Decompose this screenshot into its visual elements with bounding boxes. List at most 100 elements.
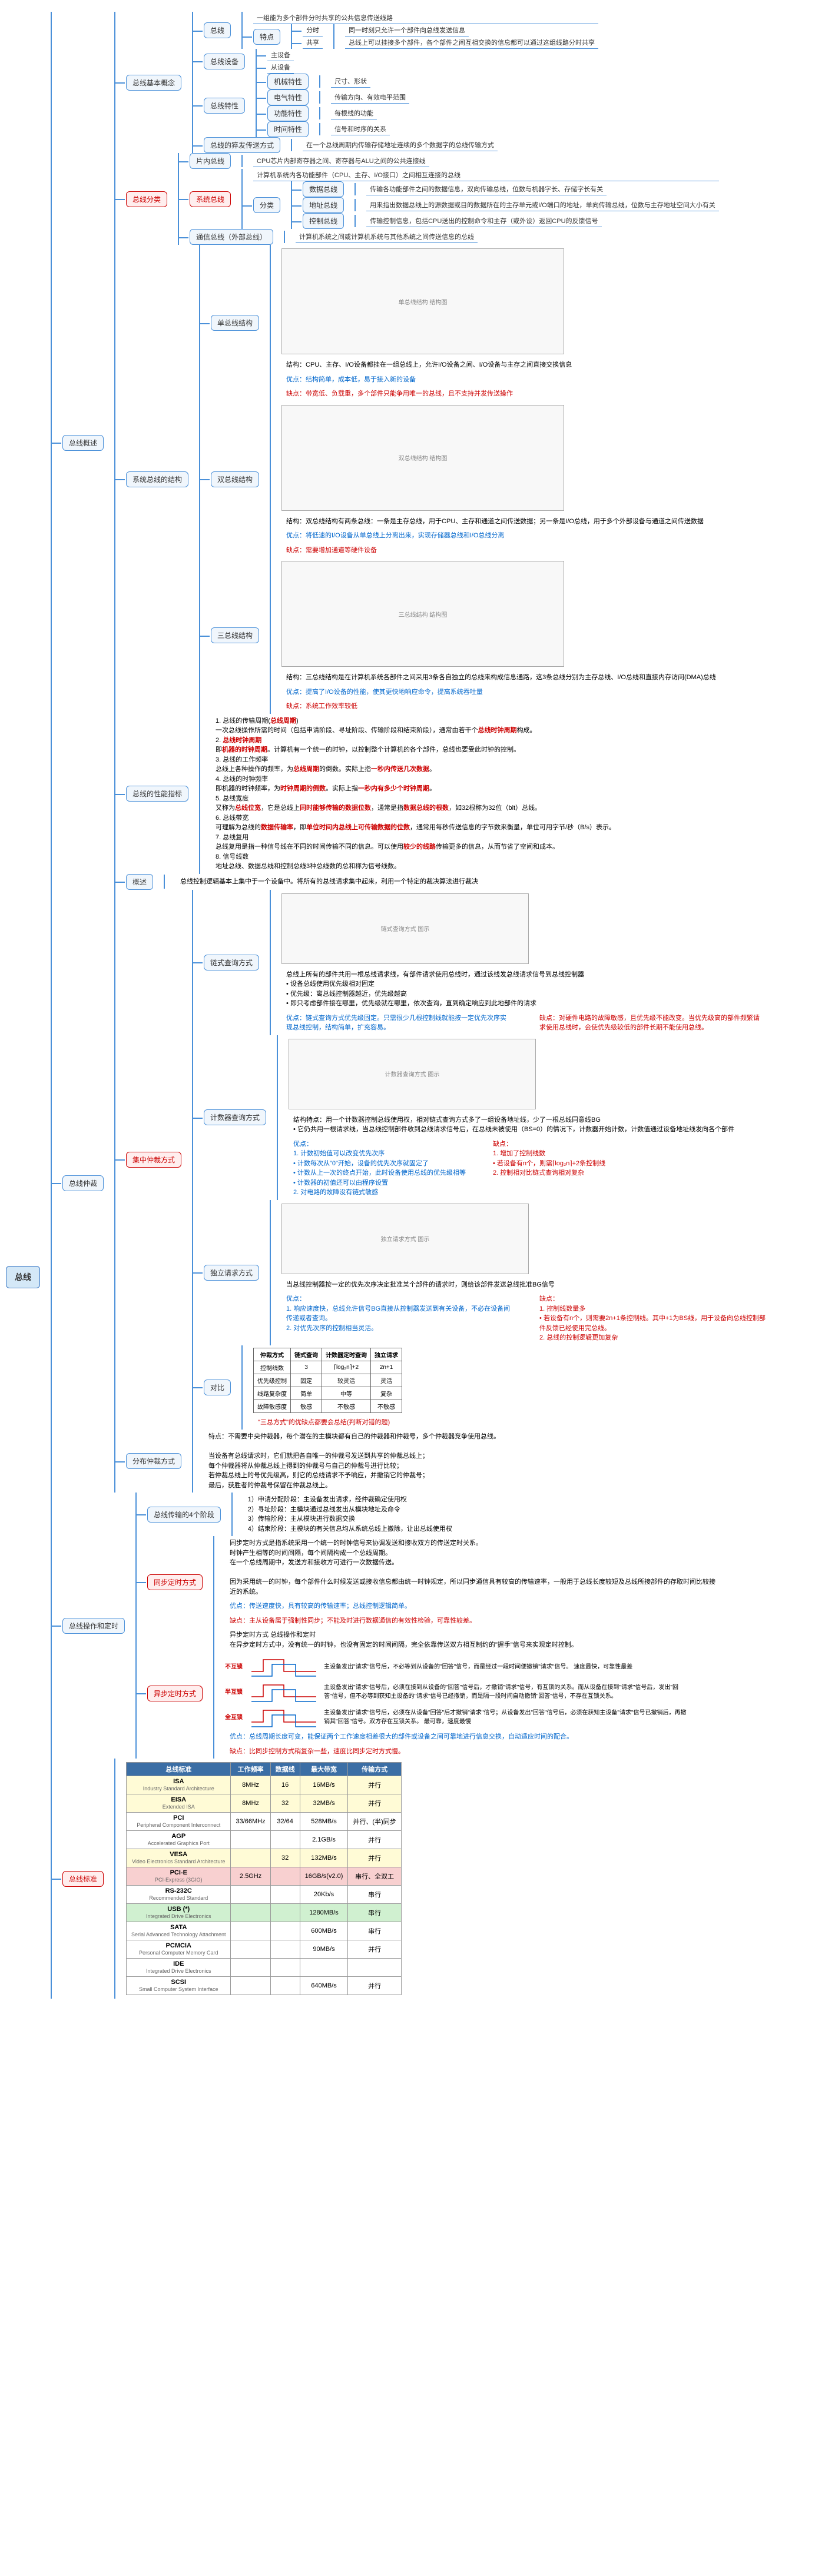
node-label[interactable]: 链式查询方式	[204, 955, 259, 970]
node-label[interactable]: 总线仲裁	[62, 1175, 104, 1191]
node-label: 从设备	[267, 61, 294, 74]
waveform-desc: 主设备发出"请求"信号后，必须在从设备"回答"后才撤销"请求"信号；从设备发出"…	[324, 1707, 689, 1725]
text-block: 缺点： 1. 增加了控制线数 • 若设备有n个，则需⌈log₂n⌉+2条控制线 …	[488, 1137, 610, 1200]
leaf-text: 一组能为多个部件分时共享的公共信息传送线路	[253, 12, 598, 24]
text-block: 特点：不需要中央仲裁器，每个潜在的主模块都有自己的仲裁器和仲裁号，多个仲裁器竞争…	[204, 1430, 505, 1493]
node-label: 片内总线	[190, 153, 231, 169]
node-label[interactable]: 独立请求方式	[204, 1265, 259, 1281]
node-label[interactable]: 单总线结构	[211, 315, 259, 331]
node-label[interactable]: 总线分类	[126, 191, 167, 207]
leaf-text: 传输方向、有效电平范围	[331, 91, 409, 104]
table-header: 工作频率	[231, 1763, 270, 1776]
leaf-text: 传输控制信息，包括CPU送出的控制命令和主存（或外设）返回CPU的反馈信号	[366, 215, 601, 227]
text-block: 优点：传送速度快，具有较高的传输速率；总线控制逻辑简单。	[225, 1599, 725, 1614]
text-block: 总线控制逻辑基本上集中于一个设备中。将所有的总线请求集中起来，利用一个特定的裁决…	[175, 875, 483, 889]
waveform-label: 全互锁	[225, 1712, 249, 1721]
node-label[interactable]: 系统总线	[190, 191, 231, 207]
table-row: PCI-EPCI-Express (3GIO)2.5GHz16GB/s(v2.0…	[127, 1867, 402, 1886]
leaf-text: 总线上可以挂接多个部件，各个部件之间互相交换的信息都可以通过这组线路分时共享	[345, 36, 598, 49]
node-label[interactable]: 特点	[253, 29, 280, 45]
text-block: 1. 总线的传输周期(总线周期)一次总线操作所需的时间（包括申请阶段、寻址阶段、…	[211, 714, 620, 874]
node-label[interactable]: 计数器查询方式	[204, 1109, 266, 1125]
text-block: 1）申请分配阶段：主设备发出请求，经仲裁确定使用权 2）寻址阶段：主模块通过总线…	[243, 1493, 457, 1536]
text-block: 优点：总线周期长度可变，能保证两个工作速度相差很大的部件或设备之间可靠地进行信息…	[225, 1730, 689, 1744]
node-label: 机械特性	[267, 74, 309, 89]
text-block: 总线上所有的部件共用一根总线请求线，有部件请求使用总线时，通过该线发总线请求信号…	[281, 968, 770, 1011]
node-label[interactable]: 总线基本概念	[126, 75, 181, 91]
diagram-image: 双总线结构 结构图	[281, 405, 564, 511]
node-label[interactable]: 同步定时方式	[147, 1574, 203, 1590]
node-label[interactable]: 异步定时方式	[147, 1686, 203, 1701]
text-block: 缺点：对硬件电路的故障敏感，且优先级不能改变。当优先级高的部件频繁请求使用总线时…	[535, 1011, 770, 1035]
node-label: 控制总线	[303, 213, 344, 229]
node-label: 主设备	[267, 49, 294, 61]
table-header: 传输方式	[348, 1763, 401, 1776]
table-row: RS-232CRecommended Standard20Kb/s串行	[127, 1886, 402, 1904]
node-label[interactable]: 分类	[253, 197, 280, 213]
node-label[interactable]: 集中仲裁方式	[126, 1152, 181, 1168]
node-label[interactable]: 总线概述	[62, 435, 104, 451]
waveform-label: 半互锁	[225, 1687, 249, 1696]
table-row: SCSISmall Computer System Interface640MB…	[127, 1977, 402, 1995]
node-label: 时间特性	[267, 121, 309, 137]
arbitration-compare-table: 仲裁方式链式查询计数器定时查询独立请求控制线数3⌈log₂n⌉+22n+1优先级…	[253, 1348, 402, 1413]
node-label: 共享	[303, 36, 323, 49]
node-label[interactable]: 总线特性	[204, 98, 245, 114]
table-row: SATASerial Advanced Technology Attachmen…	[127, 1922, 402, 1940]
waveform-icon	[249, 1704, 319, 1728]
text-block: 优点：结构简单，成本低，易于接入新的设备	[281, 373, 576, 387]
node-label[interactable]: 总线设备	[204, 54, 245, 69]
table-row: EISAExtended ISA8MHz3232MB/s并行	[127, 1794, 402, 1813]
table-row: IDEIntegrated Drive Electronics	[127, 1959, 402, 1977]
node-label[interactable]: 系统总线的结构	[126, 471, 188, 487]
text-block: 优点：提高了I/O设备的性能，使其更快地响应命令，提高系统吞吐量	[281, 685, 721, 700]
text-block: 缺点：系统工作效率较低	[281, 699, 721, 714]
leaf-text: 传输各功能部件之间的数据信息，双向传输总线，位数与机器字长、存储字长有关	[366, 183, 607, 195]
node-label[interactable]: 分布仲裁方式	[126, 1453, 181, 1469]
node-label: 分时	[303, 24, 323, 36]
leaf-text: 每根线的功能	[331, 107, 377, 119]
leaf-text: CPU芯片内部寄存器之间、寄存器与ALU之间的公共连接线	[253, 155, 429, 167]
text-block: 缺点：主从设备属于强制性同步；不能及时进行数据通信的有效性检验，可靠性较差。	[225, 1614, 725, 1628]
node-label: 对比	[204, 1380, 231, 1395]
node-label: 地址总线	[303, 197, 344, 213]
table-row: USB (*)Integrated Drive Electronics1280M…	[127, 1904, 402, 1922]
node-label[interactable]: 双总线结构	[211, 471, 259, 487]
waveform-icon	[249, 1654, 319, 1677]
text-block: 结构特点：用一个计数器控制总线使用权，相对链式查询方式多了一组设备地址线，少了一…	[289, 1113, 739, 1137]
waveform-row: 全互锁 主设备发出"请求"信号后，必须在从设备"回答"后才撤销"请求"信号；从设备…	[225, 1704, 689, 1728]
node-label[interactable]: 三总线结构	[211, 627, 259, 643]
node-label[interactable]: 总线的性能指标	[126, 786, 188, 802]
leaf-text: 信号和时序的关系	[331, 123, 390, 135]
text-block: 结构：CPU、主存、I/O设备都挂在一组总线上，允许I/O设备之间、I/O设备与…	[281, 358, 576, 373]
text-block: 结构：双总线结构有两条总线：一条是主存总线，用于CPU、主存和通道之间传送数据；…	[281, 514, 708, 529]
diagram-image: 计数器查询方式 图示	[289, 1039, 536, 1109]
node-label[interactable]: 总线标准	[62, 1871, 104, 1887]
text-block: 当总线控制器按一定的优先次序决定批准某个部件的请求时，则给该部件发送总线批准BG…	[281, 1278, 770, 1292]
diagram-image: 链式查询方式 图示	[281, 893, 529, 964]
root-node[interactable]: 总线	[6, 1266, 40, 1288]
node-label: 通信总线（外部总线）	[190, 229, 273, 245]
text-block: 优点： 1. 响应速度快，总线允许信号BG直接从控制器发送到有关设备，不必在设备…	[281, 1292, 517, 1345]
text-block: 同步定时方式是指系统采用一个统一的时钟信号来协调发送和接收双方的传送定时关系。 …	[225, 1536, 725, 1599]
node-label[interactable]: 总线操作和定时	[62, 1618, 125, 1634]
text-block: 缺点：带宽低、负载重，多个部件只能争用唯一的总线，且不支持并发传送操作	[281, 387, 576, 401]
table-row: PCIPeripheral Component Interconnect33/6…	[127, 1813, 402, 1831]
waveform-desc: 主设备发出"请求"信号后，不必等到从设备的"回答"信号，而是经过一段时间便撤销"…	[324, 1661, 632, 1670]
text-block: 异步定时方式 总线操作和定时 在异步定时方式中，没有统一的时钟，也没有固定的时间…	[225, 1628, 689, 1652]
node-label: 功能特性	[267, 105, 309, 121]
text-block: 缺点：比同步控制方式稍复杂一些，速度比同步定时方式慢。	[225, 1744, 689, 1759]
diagram-image: 独立请求方式 图示	[281, 1204, 529, 1274]
table-header: 最大带宽	[300, 1763, 348, 1776]
leaf-text: 用来指出数据总线上的源数据或目的数据所在的主存单元或I/O端口的地址，单向传输总…	[366, 199, 719, 211]
table-row: VESAVideo Electronics Standard Architect…	[127, 1849, 402, 1867]
leaf-text: 计算机系统之间或计算机系统与其他系统之间传送信息的总线	[296, 231, 478, 243]
node-label: 数据总线	[303, 181, 344, 197]
text-block: 缺点：需要增加通道等硬件设备	[281, 543, 708, 558]
waveform-row: 半互锁主设备发出"请求"信号后，必须在接到从设备的"回答"信号后，才撤销"请求"…	[225, 1679, 689, 1703]
diagram-image: 单总线结构 结构图	[281, 248, 564, 354]
node-label: 概述	[126, 874, 153, 890]
diagram-image: 三总线结构 结构图	[281, 561, 564, 667]
node-label[interactable]: 总线	[204, 22, 231, 38]
node-label[interactable]: 总线传输的4个阶段	[147, 1507, 221, 1523]
